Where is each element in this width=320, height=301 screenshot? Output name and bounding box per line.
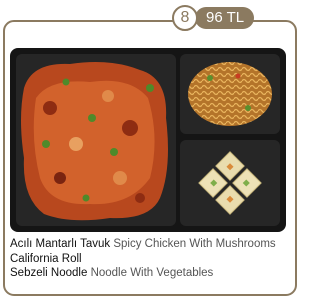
menu-item: Sebzeli Noodle Noodle With Vegetables (10, 266, 302, 281)
menu-item-name-en: Spicy Chicken With Mushrooms (113, 238, 276, 250)
menu-item: Acılı Mantarlı Tavuk Spicy Chicken With … (10, 237, 302, 252)
menu-description: Acılı Mantarlı Tavuk Spicy Chicken With … (10, 237, 302, 281)
menu-number: 8 (172, 5, 198, 31)
menu-item-name-tr: California Roll (10, 252, 82, 265)
menu-item: California Roll (10, 252, 302, 267)
menu-item-name-tr: Acılı Mantarlı Tavuk (10, 238, 111, 250)
price-tag: 96 TL (195, 7, 255, 29)
menu-item-name-tr: Sebzeli Noodle (10, 267, 88, 279)
price-badge: 8 96 TL (172, 4, 255, 32)
menu-item-name-en: Noodle With Vegetables (90, 267, 214, 279)
food-photo (10, 48, 286, 232)
